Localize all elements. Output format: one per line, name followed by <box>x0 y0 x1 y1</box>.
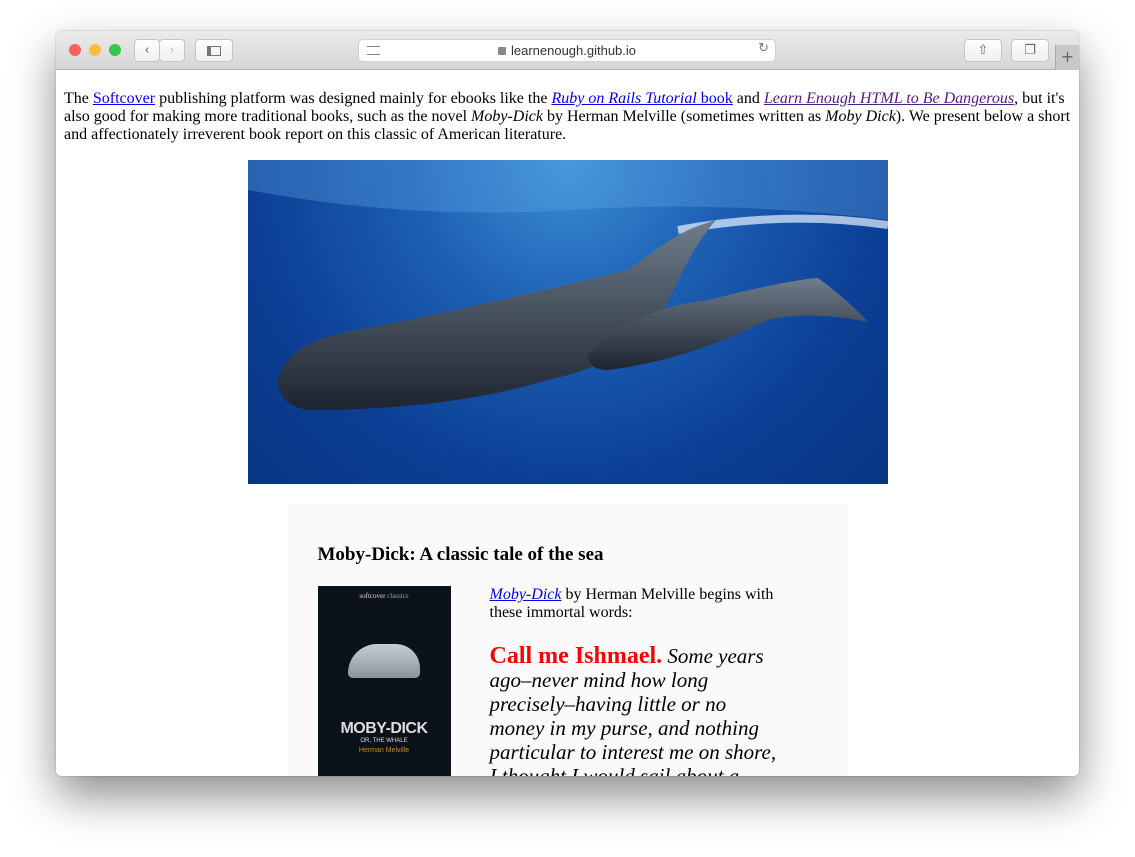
cover-title: MOBY-DICK <box>340 720 428 737</box>
text: publishing platform was designed mainly … <box>155 90 552 107</box>
learn-html-link[interactable]: Learn Enough HTML to Be Dangerous <box>764 90 1014 107</box>
forward-button[interactable]: › <box>159 39 185 62</box>
link-text: Moby-Dick <box>489 586 562 603</box>
browser-toolbar: ‹ › learnenough.github.io ↻ ⇧ ❐ + <box>56 31 1079 70</box>
series: classics <box>387 592 409 600</box>
lock-icon <box>497 46 506 55</box>
browser-window: ‹ › learnenough.github.io ↻ ⇧ ❐ + The So… <box>56 31 1079 776</box>
opening-quote: Call me Ishmael. Some years ago–never mi… <box>490 644 782 776</box>
url-text: learnenough.github.io <box>510 43 637 58</box>
tabs-button[interactable]: ❐ <box>1011 39 1049 62</box>
minimize-window-button[interactable] <box>89 44 101 56</box>
book-report-box: Moby-Dick: A classic tale of the sea sof… <box>287 504 848 776</box>
tabs-icon: ❐ <box>1024 43 1036 58</box>
chevron-right-icon: › <box>169 43 175 58</box>
reader-icon[interactable] <box>367 46 380 55</box>
share-icon: ⇧ <box>977 43 989 58</box>
cover-publisher: softcover classics <box>318 586 451 600</box>
publisher: softcover <box>359 592 386 600</box>
lead-paragraph: Moby-Dick by Herman Melville begins with… <box>490 586 782 622</box>
back-button[interactable]: ‹ <box>134 39 160 62</box>
rails-title: Ruby on Rails Tutorial <box>551 90 697 107</box>
text: by Herman Melville (sometimes written as <box>543 108 826 125</box>
text: The <box>64 90 93 107</box>
chevron-left-icon: ‹ <box>144 43 150 58</box>
cover-author: Herman Melville <box>358 747 410 754</box>
text: and <box>732 90 764 107</box>
cover-subtitle: OR, THE WHALE <box>360 738 408 744</box>
moby-dick-title: Moby-Dick <box>471 108 543 125</box>
close-window-button[interactable] <box>69 44 81 56</box>
new-tab-button[interactable]: + <box>1055 45 1079 70</box>
zoom-window-button[interactable] <box>109 44 121 56</box>
report-heading: Moby-Dick: A classic tale of the sea <box>317 544 604 565</box>
reload-icon[interactable]: ↻ <box>758 41 769 56</box>
book-cover-image: softcover classics MOBY-DICK OR, THE WHA… <box>317 586 451 776</box>
page-content: The Softcover publishing platform was de… <box>56 71 1079 776</box>
call-me-ishmael: Call me Ishmael. <box>489 643 663 669</box>
book-word: book <box>696 90 733 107</box>
address-bar[interactable]: learnenough.github.io ↻ <box>358 39 776 62</box>
moby-dick-alt-title: Moby Dick <box>825 108 896 125</box>
whales-illustration <box>247 160 888 410</box>
report-text: Moby-Dick by Herman Melville begins with… <box>490 586 782 776</box>
rails-tutorial-link[interactable]: Ruby on Rails Tutorial book <box>551 90 732 107</box>
intro-paragraph: The Softcover publishing platform was de… <box>64 90 1071 144</box>
share-button[interactable]: ⇧ <box>964 39 1002 62</box>
sperm-whales-image <box>247 160 888 484</box>
softcover-link[interactable]: Softcover <box>93 90 155 107</box>
sidebar-icon <box>207 45 221 56</box>
moby-dick-link[interactable]: Moby-Dick <box>490 586 562 603</box>
sidebar-button[interactable] <box>195 39 233 62</box>
html-title: Learn Enough HTML to Be Dangerous <box>763 90 1015 107</box>
scrimshaw-icon <box>348 644 420 678</box>
